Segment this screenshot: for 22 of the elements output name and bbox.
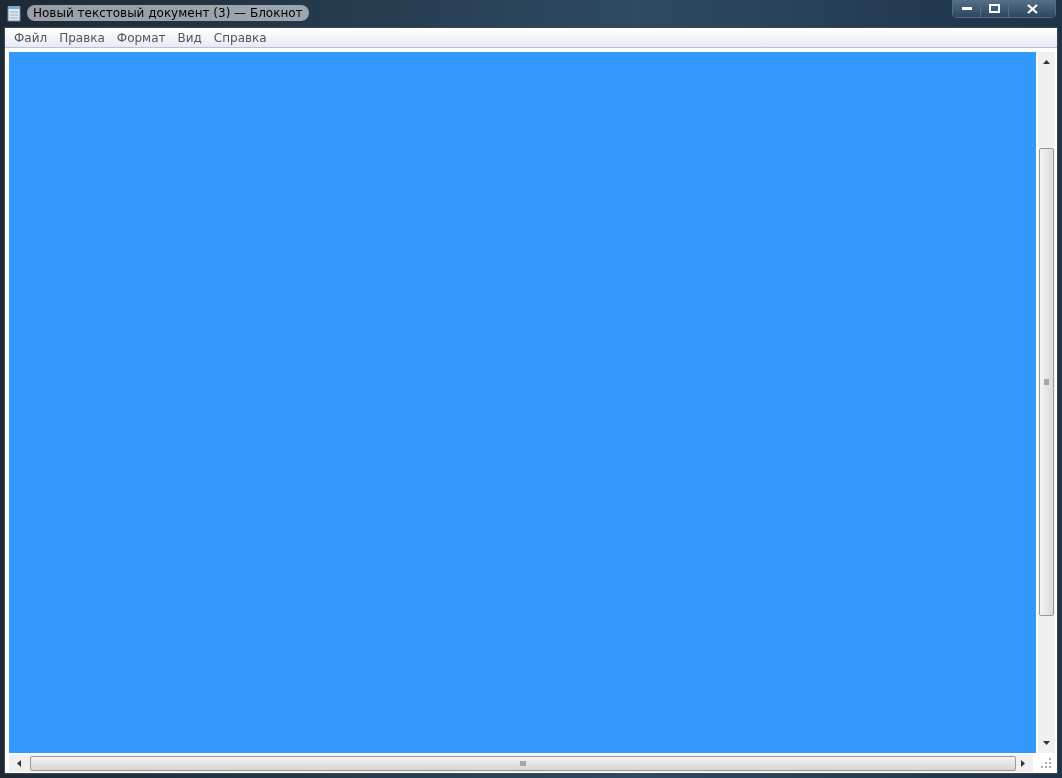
left-arrow-icon bbox=[17, 759, 21, 767]
up-arrow-icon bbox=[1043, 60, 1050, 64]
menu-item[interactable]: Справка bbox=[207, 30, 273, 45]
menu-item[interactable]: Правка bbox=[53, 30, 111, 45]
down-arrow-icon bbox=[1043, 741, 1050, 745]
maximize-button[interactable] bbox=[981, 0, 1009, 17]
minimize-icon bbox=[961, 6, 972, 11]
menu-item[interactable]: Файл bbox=[8, 30, 54, 45]
minimize-button[interactable] bbox=[953, 0, 981, 17]
resize-grip-icon[interactable] bbox=[1041, 758, 1051, 768]
right-arrow-icon bbox=[1021, 759, 1025, 767]
notepad-icon bbox=[7, 4, 21, 22]
close-icon bbox=[1026, 3, 1038, 14]
maximize-icon bbox=[989, 4, 1000, 13]
menu-item[interactable]: Вид bbox=[171, 30, 208, 45]
scrollbar-thumb[interactable] bbox=[1039, 148, 1054, 616]
grip-lines-icon bbox=[520, 760, 526, 766]
vertical-scrollbar[interactable] bbox=[1038, 52, 1055, 753]
menu-item[interactable]: Формат bbox=[110, 30, 172, 45]
close-button[interactable] bbox=[1009, 0, 1055, 17]
grip-lines-icon bbox=[1044, 379, 1049, 385]
window-title: Новый текстовый документ (3) — Блокнот bbox=[27, 5, 309, 21]
